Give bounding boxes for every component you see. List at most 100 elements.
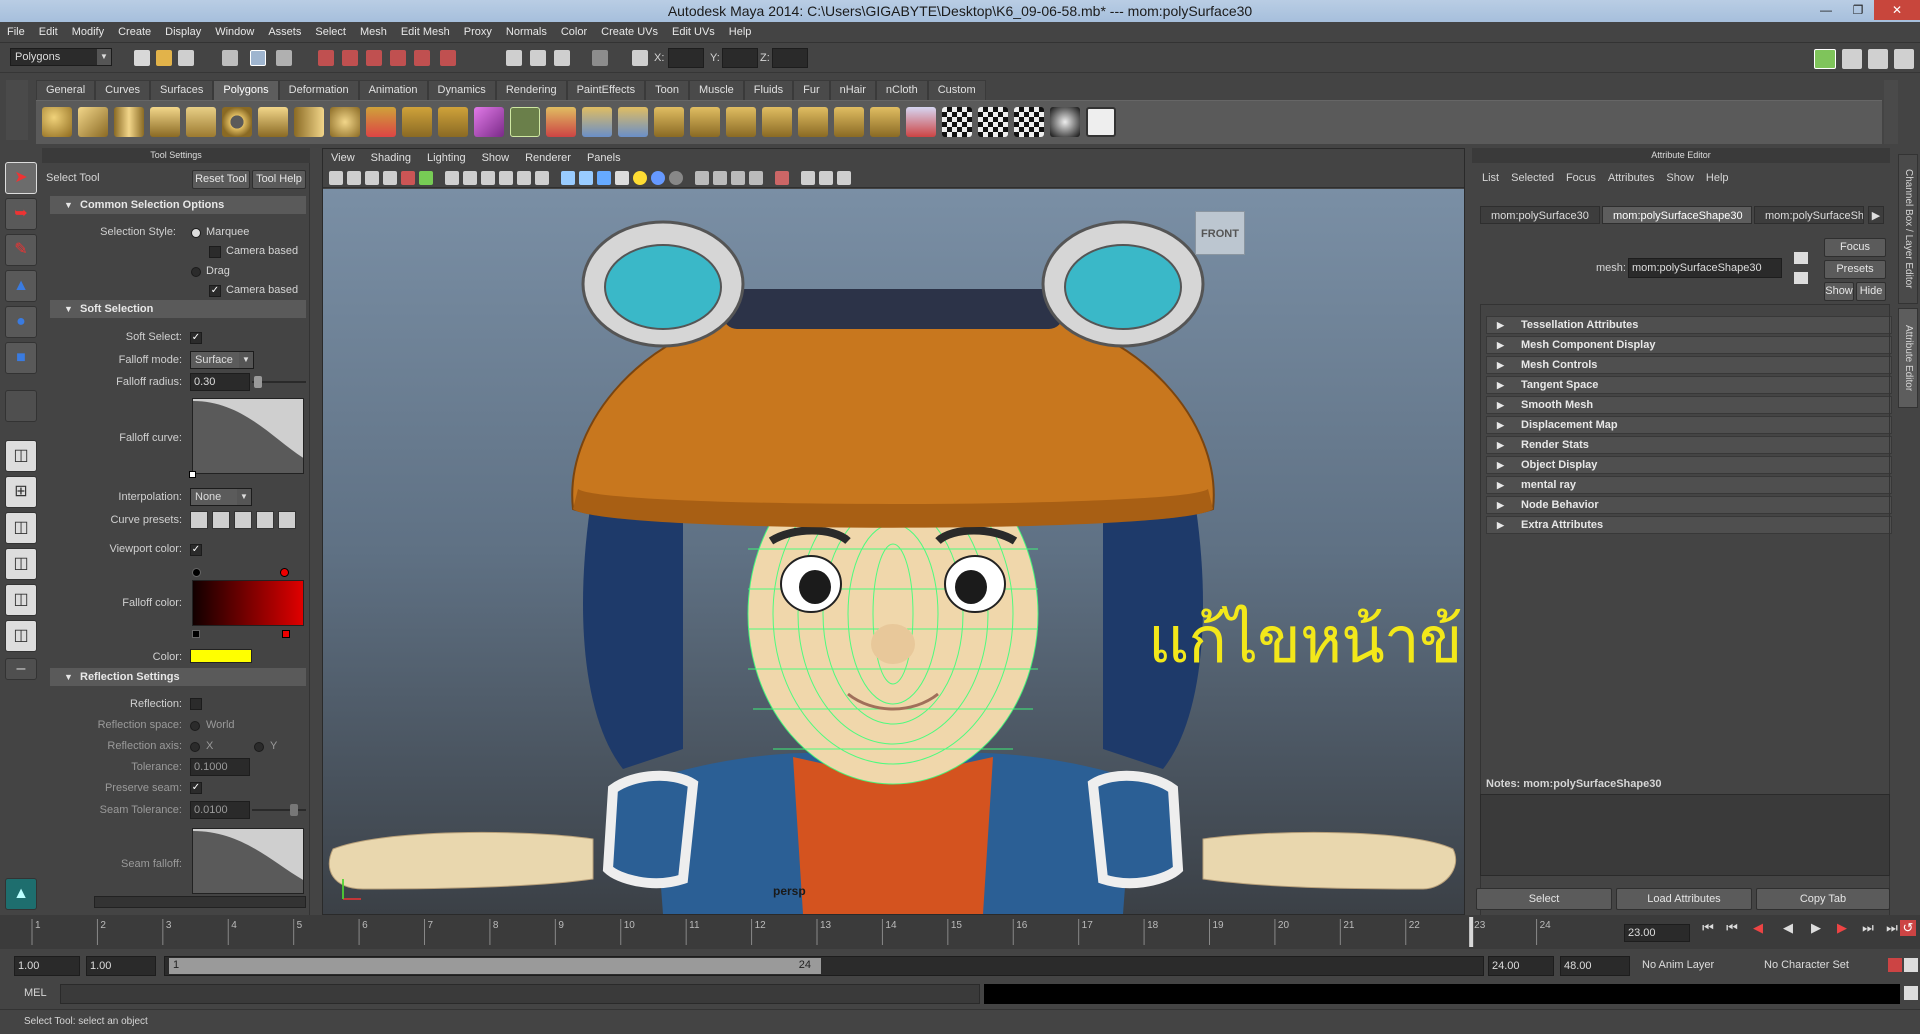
section-object-display[interactable]: ▶ Object Display	[1486, 456, 1892, 474]
use-all-lights-icon[interactable]	[651, 171, 665, 185]
shelf-tab-general[interactable]: General	[36, 80, 96, 100]
layer-editor-toggle-icon[interactable]	[1894, 49, 1914, 69]
extract-icon[interactable]	[438, 107, 468, 137]
menu-display[interactable]: Display	[158, 22, 208, 43]
menu-mesh[interactable]: Mesh	[353, 22, 394, 43]
ae-menu-attributes[interactable]: Attributes	[1602, 172, 1660, 184]
step-forward-key-icon[interactable]: ⏭	[1860, 920, 1876, 936]
shelf-tab-animation[interactable]: Animation	[358, 80, 428, 100]
section-mesh-component-display[interactable]: ▶ Mesh Component Display	[1486, 336, 1892, 354]
menu-help[interactable]: Help	[722, 22, 759, 43]
uv-editor-icon[interactable]	[1086, 107, 1116, 137]
restore-icon[interactable]: ❐	[1842, 0, 1874, 20]
viewport-menu-view[interactable]: View	[323, 149, 363, 168]
split-polygon-icon[interactable]	[690, 107, 720, 137]
menu-edit-mesh[interactable]: Edit Mesh	[394, 22, 457, 43]
mesh-name-field[interactable]: mom:polySurfaceShape30	[1628, 258, 1782, 278]
load-attributes-button[interactable]: Load Attributes	[1616, 888, 1752, 910]
reflection-checkbox[interactable]	[190, 698, 202, 710]
menu-proxy[interactable]: Proxy	[457, 22, 499, 43]
poly-cube-icon[interactable]	[78, 107, 108, 137]
camera-select-icon[interactable]	[329, 171, 343, 185]
y-field[interactable]	[722, 48, 758, 68]
scale-tool-icon[interactable]: ■	[5, 342, 37, 374]
menu-select[interactable]: Select	[308, 22, 353, 43]
move-tool-icon[interactable]: ▲	[5, 270, 37, 302]
viewport-color-checkbox[interactable]: ✓	[190, 544, 202, 556]
section-node-behavior[interactable]: ▶ Node Behavior	[1486, 496, 1892, 514]
mode-menu[interactable]: Polygons ▼	[10, 48, 112, 66]
ae-menu-show[interactable]: Show	[1660, 172, 1700, 184]
attribute-editor-toggle-icon[interactable]	[1814, 49, 1836, 69]
tool-help-button[interactable]: Tool Help	[252, 170, 306, 189]
append-polygon-icon[interactable]	[654, 107, 684, 137]
ae-tab-transform[interactable]: mom:polySurface30	[1480, 206, 1600, 224]
cylindrical-mapping-icon[interactable]	[978, 107, 1008, 137]
attribute-editor-tab[interactable]: Attribute Editor	[1898, 308, 1918, 408]
slider-handle[interactable]	[290, 804, 298, 816]
poly-soccer-ball-icon[interactable]	[330, 107, 360, 137]
ambient-occlusion-icon[interactable]	[749, 171, 763, 185]
isolate-select-icon[interactable]	[695, 171, 709, 185]
marquee-radio[interactable]	[191, 228, 201, 238]
safe-title-icon[interactable]	[517, 171, 531, 185]
presets-button[interactable]: Presets	[1824, 260, 1886, 279]
smooth-shade-icon[interactable]	[579, 171, 593, 185]
curve-preset-4[interactable]	[256, 511, 274, 529]
xray-active-icon[interactable]	[731, 171, 745, 185]
average-vertices-icon[interactable]	[546, 107, 576, 137]
gate-mask-icon[interactable]	[463, 171, 477, 185]
curve-preset-1[interactable]	[190, 511, 208, 529]
ae-menu-selected[interactable]: Selected	[1505, 172, 1560, 184]
separate-icon[interactable]	[402, 107, 432, 137]
bookmark-icon[interactable]	[365, 171, 379, 185]
viewport-menu-shading[interactable]: Shading	[363, 149, 419, 168]
ae-menu-list[interactable]: List	[1476, 172, 1505, 184]
insert-edge-loop-icon[interactable]	[726, 107, 756, 137]
play-backwards-icon[interactable]: ◀	[1780, 920, 1796, 936]
motion-blur-icon[interactable]	[819, 171, 833, 185]
axis-y-radio[interactable]	[254, 742, 264, 752]
textured-icon[interactable]	[615, 171, 629, 185]
anti-aliasing-icon[interactable]	[775, 171, 789, 185]
open-scene-icon[interactable]	[156, 50, 172, 66]
poly-torus-icon[interactable]	[222, 107, 252, 137]
persp-graph-hypershade-layout-icon[interactable]: ◫	[5, 620, 37, 652]
offset-edge-loop-icon[interactable]	[762, 107, 792, 137]
reflection-settings-header[interactable]: ▼ Reflection Settings	[50, 668, 306, 686]
magnet-icon[interactable]	[440, 50, 456, 66]
menu-create[interactable]: Create	[111, 22, 158, 43]
shelf-tab-rendering[interactable]: Rendering	[495, 80, 567, 100]
anim-layer-select[interactable]: No Anim Layer	[1638, 957, 1758, 975]
horizontal-scrollbar[interactable]	[94, 896, 306, 908]
section-mental-ray[interactable]: ▶ mental ray	[1486, 476, 1892, 494]
persp-outliner-layout-icon[interactable]: ◫	[5, 512, 37, 544]
time-slider[interactable]: 1 2 3 4 5 6 7 8 9 10 11 12 13 14 15 16 17 18 19 20 21 22 23 24 …	[0, 915, 1920, 949]
step-forward-frame-icon[interactable]: ▶	[1834, 920, 1850, 936]
combine-icon[interactable]	[366, 107, 396, 137]
image-plane-icon[interactable]	[383, 171, 397, 185]
shelf-tab-dynamics[interactable]: Dynamics	[427, 80, 496, 100]
panel-layout-icon[interactable]	[837, 171, 851, 185]
z-field[interactable]	[772, 48, 808, 68]
range-handle[interactable]: 1 24	[169, 958, 821, 974]
color-key-red[interactable]	[280, 568, 289, 577]
shadows-icon[interactable]	[669, 171, 683, 185]
viewport-menu-panels[interactable]: Panels	[579, 149, 629, 168]
ae-menu-help[interactable]: Help	[1700, 172, 1735, 184]
tab-scroll-right-icon[interactable]: ▶	[1868, 206, 1884, 224]
smooth-icon[interactable]	[474, 107, 504, 137]
menu-edit-uvs[interactable]: Edit UVs	[665, 22, 722, 43]
cut-faces-icon[interactable]	[870, 107, 900, 137]
menu-modify[interactable]: Modify	[65, 22, 111, 43]
color-swatch[interactable]	[190, 649, 252, 663]
muscle-logo-icon[interactable]: ▲	[5, 878, 37, 910]
show-button[interactable]: Show	[1824, 282, 1854, 301]
field-chart-icon[interactable]	[481, 171, 495, 185]
current-time-marker[interactable]	[1469, 917, 1474, 947]
poly-cylinder-icon[interactable]	[114, 107, 144, 137]
common-selection-header[interactable]: ▼ Common Selection Options	[50, 196, 306, 214]
shelf-tab-fur[interactable]: Fur	[793, 80, 830, 100]
shelf-tab-nhair[interactable]: nHair	[829, 80, 876, 100]
view-cube[interactable]: FRONT	[1195, 211, 1245, 255]
